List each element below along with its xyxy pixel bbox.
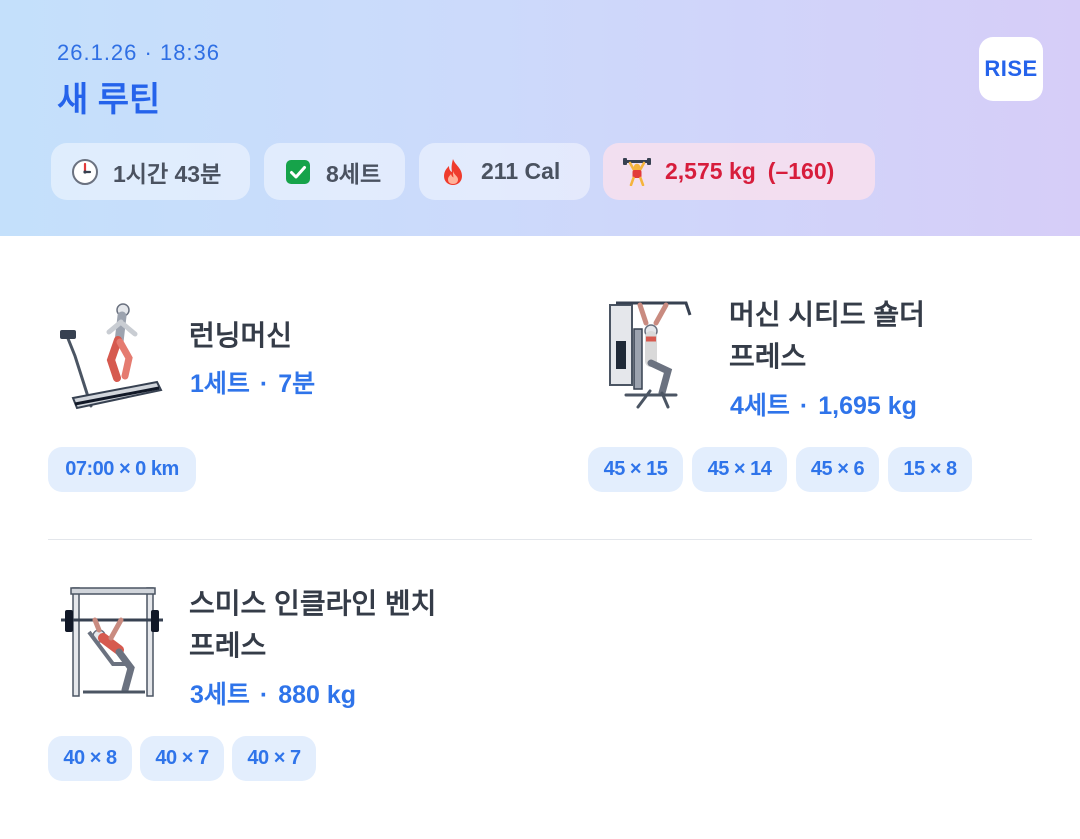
- total-weight-value: 2,575 kg: [665, 158, 756, 184]
- set-pill: 45 × 14: [692, 447, 787, 492]
- exercise-name: 머신 시티드 숄더 프레스: [729, 294, 925, 378]
- exercise-name: 런닝머신: [189, 320, 293, 351]
- exercise-set-count: 3세트: [190, 681, 250, 709]
- exercise-total-value: 880 kg: [278, 681, 357, 709]
- exercise-total-value: 7분: [278, 370, 316, 398]
- calories-chip: 211 Cal: [419, 143, 590, 200]
- clock-icon: [71, 158, 99, 186]
- workout-datetime: 26.1.26 · 18:36: [57, 40, 221, 65]
- exercise-set-count: 4세트: [730, 392, 790, 420]
- checkbox-icon: [284, 158, 312, 186]
- routine-title[interactable]: 새 루틴: [57, 72, 160, 121]
- duration-chip: 1시간 43분: [51, 143, 250, 200]
- exercise-meta: 1세트 · 7분: [190, 364, 315, 400]
- calories-value: 211 Cal: [481, 158, 561, 184]
- exercise-name-line-2: 프레스: [189, 630, 267, 661]
- sets-value: 8세트: [326, 160, 382, 187]
- exercise-meta: 4세트 · 1,695 kg: [730, 386, 917, 422]
- exercise-name-line-2: 프레스: [729, 341, 807, 372]
- set-pill: 07:00 × 0 km: [48, 447, 196, 492]
- workout-summary-header: 26.1.26 · 18:36 새 루틴 RISE 1시간 43분 8세트 21…: [0, 0, 1080, 236]
- set-pill: 40 × 7: [232, 736, 316, 781]
- exercise-set-count: 1세트: [190, 370, 250, 398]
- set-pill: 15 × 8: [888, 447, 972, 492]
- section-divider: [48, 539, 1032, 540]
- muscle-figure-icon: [623, 157, 651, 186]
- exercise-name: 스미스 인클라인 벤치 프레스: [189, 583, 436, 667]
- weight-delta-value: (–160): [767, 158, 835, 184]
- set-pill: 45 × 15: [588, 447, 683, 492]
- duration-value: 1시간 43분: [113, 160, 222, 187]
- set-pill: 40 × 8: [48, 736, 132, 781]
- meta-separator: ·: [799, 392, 809, 420]
- set-pill: 40 × 7: [140, 736, 224, 781]
- shoulder-press-exercise-image: [596, 295, 711, 410]
- smith-incline-exercise-image: [55, 586, 170, 701]
- sets-chip: 8세트: [264, 143, 405, 200]
- exercise-name-line-1: 머신 시티드 숄더: [729, 299, 925, 330]
- exercise-name-line-1: 스미스 인클라인 벤치: [189, 588, 437, 619]
- meta-separator: ·: [259, 681, 269, 709]
- set-pill: 45 × 6: [796, 447, 879, 492]
- total-weight-chip: 2,575 kg (–160): [603, 143, 875, 200]
- meta-separator: ·: [259, 370, 269, 398]
- treadmill-exercise-image: [55, 298, 170, 413]
- exercise-meta: 3세트 · 880 kg: [190, 675, 356, 711]
- fire-icon: [439, 158, 467, 186]
- exercise-total-value: 1,695 kg: [818, 392, 917, 420]
- rise-logo[interactable]: RISE: [979, 37, 1043, 101]
